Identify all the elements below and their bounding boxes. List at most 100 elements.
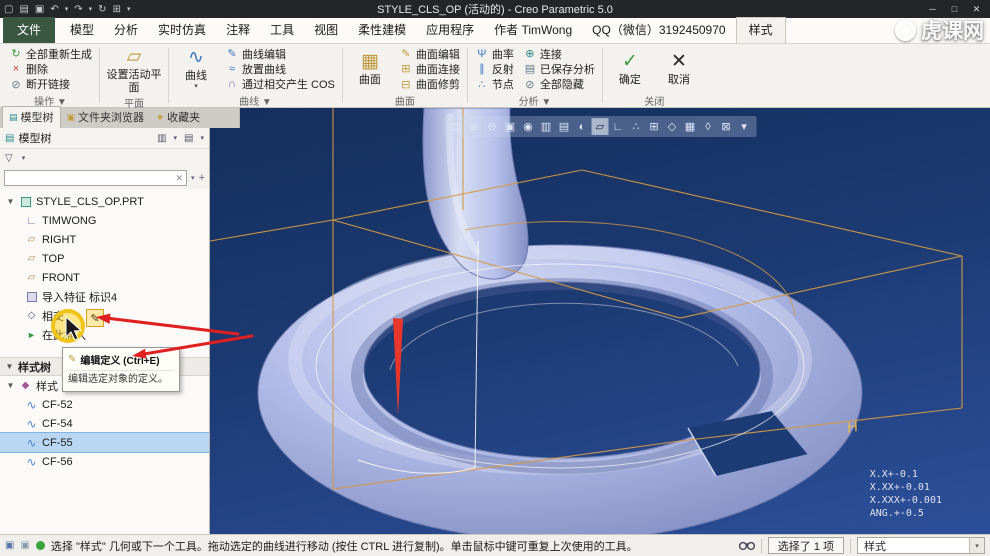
tree-search-input[interactable] [8,172,176,184]
perspective-icon[interactable]: ◊ [700,118,717,135]
display-style-icon[interactable]: ▥ [538,118,555,135]
add-filter-icon[interactable]: + [199,172,205,184]
tab-applications[interactable]: 应用程序 [416,17,484,43]
ok-button[interactable]: ✓ 确定 [607,46,653,92]
tree-filter-icon[interactable]: ▽ [5,153,13,164]
tree-item-cf55-selected[interactable]: ∿ CF-55 [0,432,209,453]
set-active-plane-button[interactable]: ▱ 设置活动平面 [104,46,164,94]
curvature-button[interactable]: Ψ 曲率 [472,46,517,61]
quick-access-more-icon[interactable]: ▾ [127,5,131,13]
saved-analysis-button[interactable]: ▤ 已保存分析 [520,61,598,76]
selection-filter-dropdown[interactable]: 样式 ▾ [857,537,985,554]
tree-columns-caret-icon[interactable]: ▾ [174,134,178,142]
tree-item-right-plane[interactable]: ▱ RIGHT [0,230,209,249]
zoom-in-icon[interactable]: ⊕ [466,118,483,135]
spin-center-icon[interactable]: ◉ [520,118,537,135]
datum-plane-display-icon[interactable]: ▱ [591,118,609,135]
delete-button[interactable]: × 删除 [6,61,95,76]
status-window-icon[interactable]: ▣ [5,540,14,551]
open-file-icon[interactable]: ▤ [19,4,28,15]
tree-columns-icon[interactable]: ▥ [157,133,166,144]
node-button[interactable]: ∴ 节点 [472,77,517,92]
tab-model[interactable]: 模型 [60,17,104,43]
tree-item-intersect[interactable]: ◇ 相交 [0,306,209,325]
hide-all-button[interactable]: ⊘ 全部隐藏 [520,77,598,92]
more-views-icon[interactable]: ▾ [736,118,753,135]
surface-edit-button[interactable]: ✎ 曲面编辑 [396,46,463,61]
tab-file[interactable]: 文件 [3,17,56,43]
redo-caret-icon[interactable]: ▾ [89,5,93,13]
shaded-view-icon[interactable]: ◐ [574,118,591,135]
expander-icon[interactable]: ▼ [6,381,15,390]
tab-analysis[interactable]: 分析 [104,17,148,43]
group-label-curve[interactable]: 曲线 ▼ [173,92,338,108]
regenerate-all-button[interactable]: ↻ 全部重新生成 [6,46,95,61]
curve-button[interactable]: ∿ 曲线 ▾ [173,46,219,92]
cancel-button[interactable]: ✕ 取消 [656,46,702,92]
tab-favorites[interactable]: ★ 收藏夹 [150,107,206,128]
tab-live-simulation[interactable]: 实时仿真 [148,17,216,43]
graphics-area[interactable]: H ⊡ ⊕ ⊖ ▣ ◉ ▥ ▤ ◐ ▱ ∟ ∴ ⊞ ◇ ▦ ◊ ⊠ ▾ X.X+… [210,108,990,534]
tab-model-tree[interactable]: ▤ 模型树 [2,106,61,128]
surface-button[interactable]: ▦ 曲面 [347,46,393,92]
windows-icon[interactable]: ⊞ [113,4,121,15]
direction-arrow[interactable] [393,318,403,416]
hidden-line-icon[interactable]: ▤ [556,118,573,135]
search-options-caret-icon[interactable]: ▾ [191,174,195,182]
annotation-display-icon[interactable]: ◇ [664,118,681,135]
expander-icon[interactable]: ▼ [6,197,15,206]
break-link-button[interactable]: ⊘ 断开链接 [6,77,95,92]
tree-item-cf52[interactable]: ∿ CF-52 [0,395,209,414]
status-panel-icon[interactable]: ▣ [20,540,29,551]
tab-flexible-modeling[interactable]: 柔性建模 [348,17,416,43]
maximize-button[interactable]: □ [945,2,964,16]
clear-search-icon[interactable]: ✕ [176,173,184,184]
tree-item-cf56[interactable]: ∿ CF-56 [0,452,209,471]
tree-item-root[interactable]: ▼ STYLE_CLS_OP.PRT [0,192,209,211]
tree-item-top-plane[interactable]: ▱ TOP [0,249,209,268]
undo-caret-icon[interactable]: ▾ [65,5,69,13]
tab-view[interactable]: 视图 [304,17,348,43]
save-icon[interactable]: ▣ [35,4,44,15]
surface-connect-button[interactable]: ⊞ 曲面连接 [396,61,463,76]
zoom-out-icon[interactable]: ⊖ [484,118,501,135]
datum-axis-display-icon[interactable]: ∟ [610,118,627,135]
connect-button[interactable]: ⊕ 连接 [520,46,598,61]
surface-trim-button[interactable]: ⊟ 曲面修剪 [396,77,463,92]
tree-item-front-plane[interactable]: ▱ FRONT [0,268,209,287]
group-label-analysis[interactable]: 分析 ▼ [472,92,598,108]
redo-icon[interactable]: ↷ [74,4,82,15]
group-label-operations[interactable]: 操作 ▼ [6,92,95,108]
cos-by-intersection-button[interactable]: ∩ 通过相交产生 COS [222,77,338,92]
new-file-icon[interactable]: ▢ [4,4,13,15]
placed-curve-button[interactable]: ≈ 放置曲线 [222,61,338,76]
view-manager-icon[interactable]: ▦ [682,118,699,135]
csys-display-icon[interactable]: ⊞ [646,118,663,135]
filter-dropdown-caret-icon[interactable]: ▾ [969,538,984,553]
tree-item-cf54[interactable]: ∿ CF-54 [0,414,209,433]
repaint-icon[interactable]: ▣ [502,118,519,135]
tree-item-csys[interactable]: ∟ TIMWONG [0,211,209,230]
refit-icon[interactable]: ⊡ [448,118,465,135]
expander-icon[interactable]: ▼ [5,362,14,371]
minimize-button[interactable]: ─ [923,2,942,16]
tree-item-import-feature[interactable]: 导入特征 标识4 [0,287,209,306]
tab-style-active[interactable]: 样式 [735,17,786,43]
clip-icon[interactable]: ⊠ [718,118,735,135]
tree-docs-caret-icon[interactable]: ▾ [200,134,204,142]
tab-tools[interactable]: 工具 [260,17,304,43]
find-icon[interactable] [738,540,755,551]
tree-filter-caret-icon[interactable]: ▾ [22,154,26,162]
tree-docs-icon[interactable]: ▤ [184,133,193,144]
tab-folder-browser[interactable]: ▣ 文件夹浏览器 [61,107,151,128]
curve-edit-button[interactable]: ✎ 曲线编辑 [222,46,338,61]
datum-point-display-icon[interactable]: ∴ [628,118,645,135]
datum-plane-icon: ▱ [27,253,36,264]
reflect-button[interactable]: ∥ 反射 [472,61,517,76]
tab-annotate[interactable]: 注释 [216,17,260,43]
close-button[interactable]: ✕ [967,2,986,16]
regenerate-quick-icon[interactable]: ↻ [98,4,106,15]
undo-icon[interactable]: ↶ [50,4,58,15]
edit-definition-mini-button[interactable]: ✎ [86,309,104,327]
tree-item-insert-here[interactable]: ► 在此插入 [0,325,209,344]
